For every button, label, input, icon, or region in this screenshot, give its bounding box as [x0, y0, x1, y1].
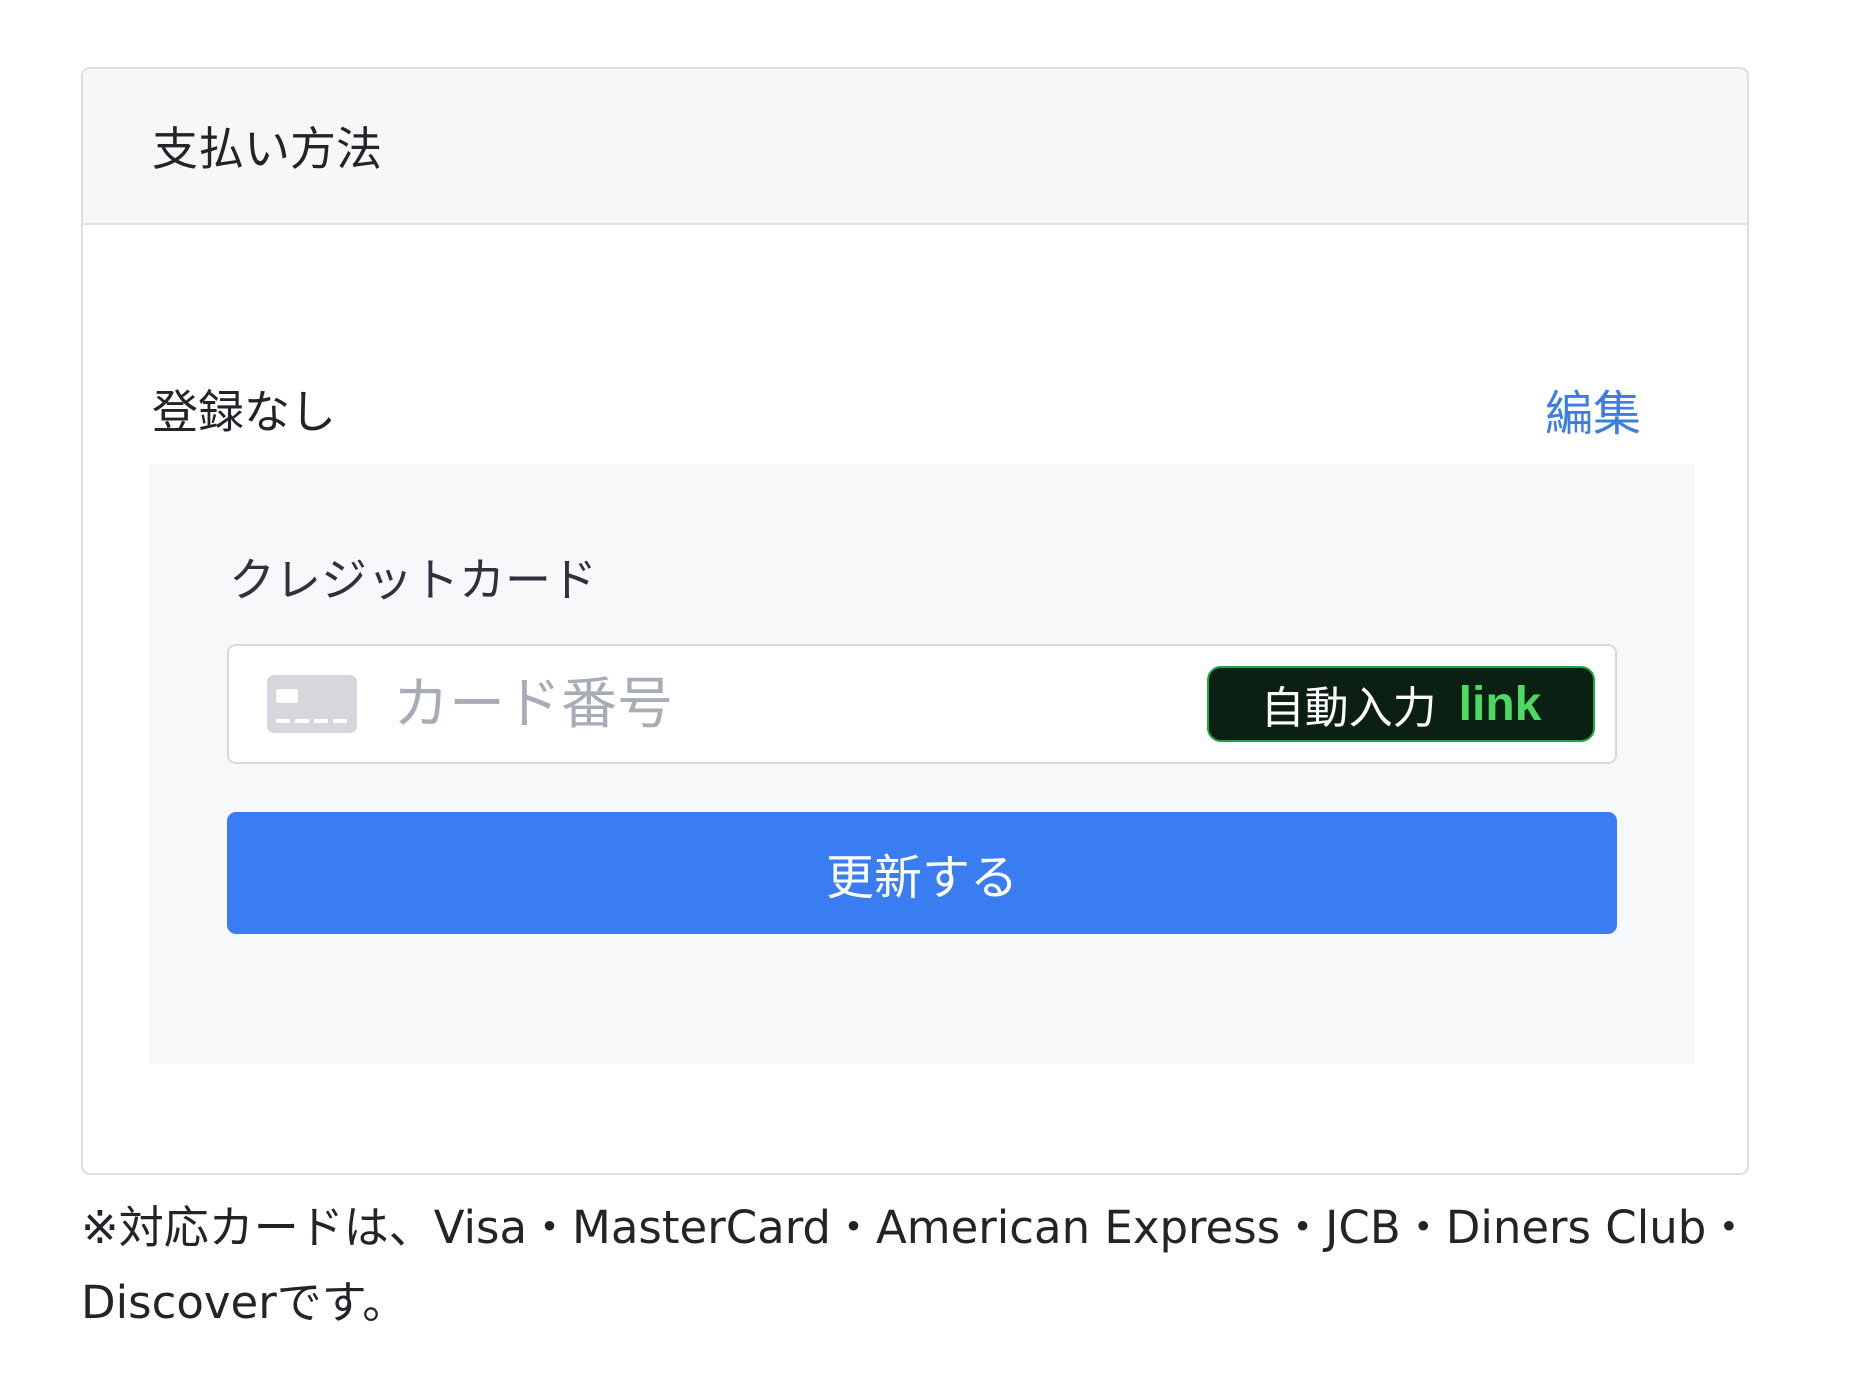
autofill-label: 自動入力	[1260, 683, 1437, 734]
credit-card-icon	[267, 675, 357, 733]
card-number-input[interactable]	[391, 670, 1155, 738]
link-autofill-button[interactable]: 自動入力 link	[1207, 666, 1595, 742]
edit-link[interactable]: 編集	[1545, 374, 1641, 444]
link-logo: link	[1458, 677, 1542, 731]
registration-status-row: 登録なし 編集	[152, 374, 1641, 444]
supported-cards-note: ※対応カードは、Visa・MasterCard・American Express…	[81, 1201, 1752, 1329]
payment-method-card: 支払い方法 登録なし 編集 クレジットカード 自動入力 link 更新する	[81, 67, 1749, 1175]
payment-form-panel: クレジットカード 自動入力 link 更新する	[149, 464, 1695, 1064]
card-number-field[interactable]: 自動入力 link	[227, 644, 1617, 764]
card-title: 支払い方法	[152, 122, 382, 176]
update-button[interactable]: 更新する	[227, 812, 1617, 934]
credit-card-label: クレジットカード	[229, 553, 597, 607]
card-header: 支払い方法	[83, 69, 1747, 225]
registration-status: 登録なし	[152, 385, 336, 439]
